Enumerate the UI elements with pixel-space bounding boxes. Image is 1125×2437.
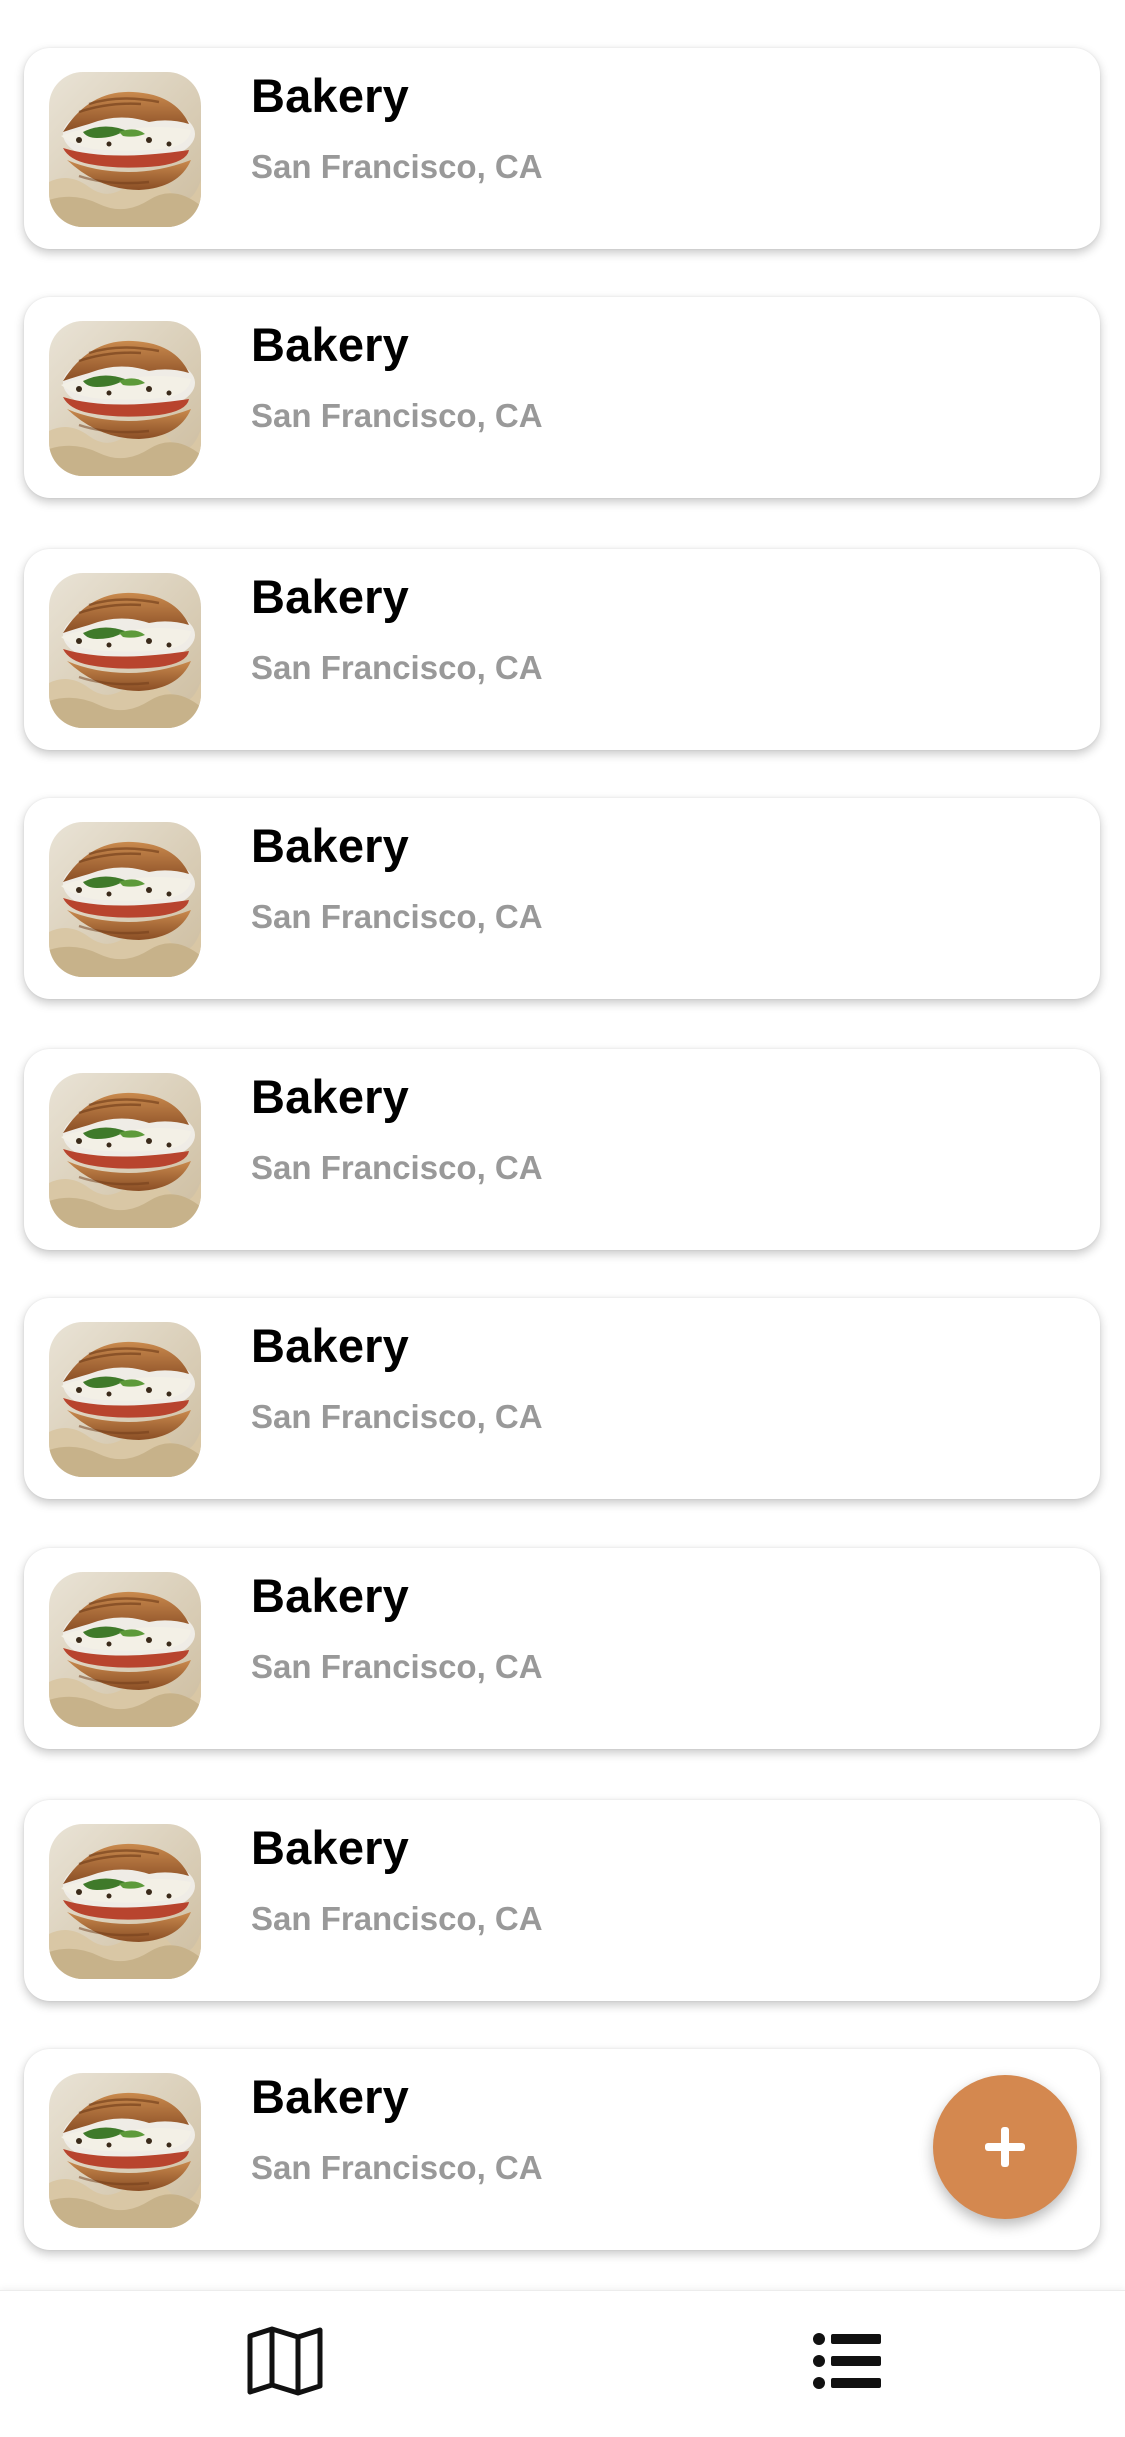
tab-list[interactable] [777,2291,917,2431]
place-name: Bakery [251,570,409,623]
place-location: San Francisco, CA [251,2149,543,2186]
map-icon [247,2326,323,2396]
place-name: Bakery [251,1319,409,1372]
add-place-button[interactable] [933,2075,1077,2219]
place-thumbnail [49,1572,201,1727]
place-name: Bakery [251,318,409,371]
list-icon [813,2333,881,2389]
place-location: San Francisco, CA [251,1149,543,1186]
place-card[interactable]: Bakery San Francisco, CA [24,1800,1100,2001]
place-thumbnail [49,1073,201,1228]
place-thumbnail [49,822,201,977]
place-list: Bakery San Francisco, CA Bakery San Fran… [0,0,1125,2290]
place-thumbnail [49,1322,201,1477]
place-thumbnail [49,573,201,728]
place-thumbnail [49,1824,201,1979]
place-name: Bakery [251,1569,409,1622]
place-thumbnail [49,321,201,476]
bottom-tab-bar [0,2290,1125,2437]
place-name: Bakery [251,1821,409,1874]
place-card[interactable]: Bakery San Francisco, CA [24,549,1100,750]
place-name: Bakery [251,1070,409,1123]
place-card[interactable]: Bakery San Francisco, CA [24,48,1100,249]
place-name: Bakery [251,819,409,872]
place-card[interactable]: Bakery San Francisco, CA [24,798,1100,999]
place-location: San Francisco, CA [251,1398,543,1435]
tab-map[interactable] [215,2291,355,2431]
place-card[interactable]: Bakery San Francisco, CA [24,1298,1100,1499]
place-location: San Francisco, CA [251,148,543,185]
plus-icon [985,2127,1025,2167]
place-location: San Francisco, CA [251,649,543,686]
place-location: San Francisco, CA [251,898,543,935]
place-location: San Francisco, CA [251,1900,543,1937]
place-thumbnail [49,2073,201,2228]
place-card[interactable]: Bakery San Francisco, CA [24,1548,1100,1749]
place-card[interactable]: Bakery San Francisco, CA [24,1049,1100,1250]
place-thumbnail [49,72,201,227]
place-name: Bakery [251,2070,409,2123]
place-location: San Francisco, CA [251,1648,543,1685]
place-card[interactable]: Bakery San Francisco, CA [24,297,1100,498]
place-location: San Francisco, CA [251,397,543,434]
place-name: Bakery [251,69,409,122]
